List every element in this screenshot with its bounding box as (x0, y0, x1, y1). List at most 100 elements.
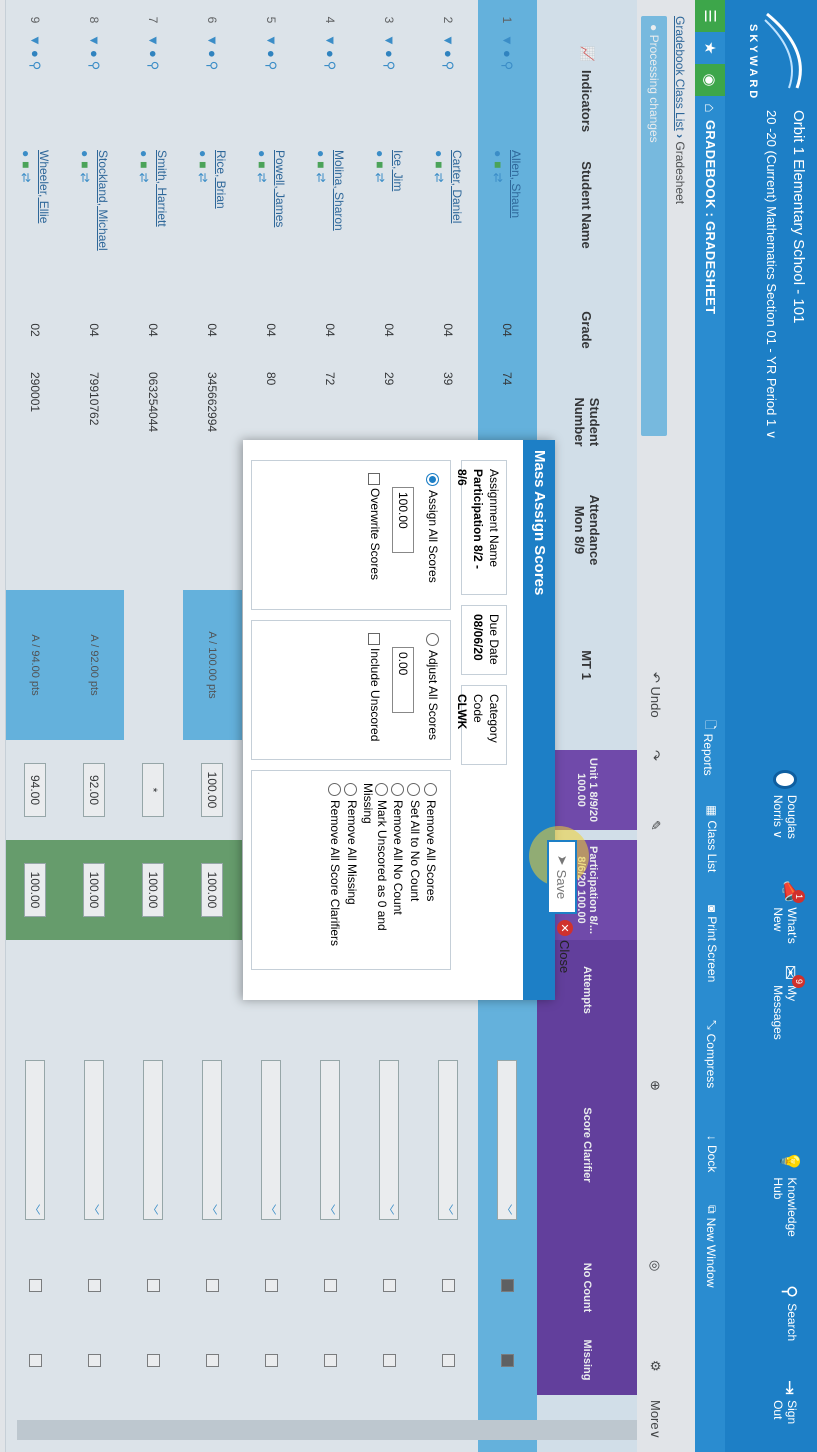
radio-selected-icon (425, 473, 439, 486)
menu-icon[interactable]: ☰ (695, 0, 725, 32)
envelope-icon: ✉ 9 (780, 965, 805, 989)
module-bar: ☰ ★ ◉ ⌂ GRADEBOOK : GRADESHEET 🗋 Reports … (695, 0, 725, 1452)
assignment-label: Assignment Name (487, 469, 501, 568)
reports-button[interactable]: 🗋 Reports (698, 720, 719, 776)
dock-icon: ↓ (705, 1135, 719, 1141)
star-icon[interactable]: ★ (695, 32, 725, 64)
print-screen-button[interactable]: ◙ Print Screen (705, 905, 719, 982)
class-context-selector[interactable]: 20 -20 (Current) Mathematics Section 01 … (763, 110, 779, 439)
adjust-all-label: Adjust All Scores (426, 650, 440, 741)
adjust-all-radio[interactable]: Adjust All Scores (425, 633, 440, 741)
camera-icon: ◙ (705, 905, 719, 913)
messages-button[interactable]: ✉ 9 My Messages (771, 965, 805, 1045)
due-date-value: 08/06/20 (471, 614, 485, 661)
class-list-button[interactable]: ▦ Class List (705, 805, 719, 872)
radio-icon (391, 783, 405, 796)
lightbulb-icon: 💡 (780, 1150, 800, 1173)
grid-icon: ▦ (705, 805, 719, 817)
remove-all-no-count-radio[interactable]: Remove All No Count (391, 783, 405, 957)
mark-unscored-radio[interactable]: Mark Unscored as 0 and Missing (361, 783, 389, 957)
assign-all-radio[interactable]: Assign All Scores (425, 473, 440, 583)
close-icon: ✕ (557, 920, 573, 936)
option-label: Set All to No Count (407, 800, 422, 902)
option-label: Remove All Score Clarifiers (328, 800, 343, 947)
other-options-group: Remove All Scores Set All to No Count Re… (251, 770, 451, 970)
page-title: GRADEBOOK : GRADESHEET (703, 120, 718, 315)
reports-icon: 🗋 (703, 720, 717, 730)
overwrite-label: Overwrite Scores (367, 488, 382, 581)
knowledge-hub-button[interactable]: 💡 Knowledge Hub (771, 1150, 800, 1250)
remove-score-clarifiers-radio[interactable]: Remove All Score Clarifiers (328, 783, 342, 957)
checkbox-icon (367, 473, 380, 485)
compress-label: Compress (704, 1033, 719, 1089)
option-label: Remove All Scores (424, 800, 438, 902)
category-value: CLWK (455, 694, 469, 730)
new-window-icon: ⧉ (705, 1205, 719, 1214)
include-unscored-checkbox[interactable]: Include Unscored (368, 633, 382, 747)
close-label: Close (557, 940, 573, 974)
new-window-label: New Window (704, 1217, 719, 1288)
radio-icon (328, 783, 342, 796)
dialog-title: Mass Assign Scores (523, 440, 555, 1000)
remove-all-missing-radio[interactable]: Remove All Missing (344, 783, 359, 957)
logo-swoosh-icon (764, 12, 802, 89)
print-screen-label: Print Screen (705, 916, 719, 983)
save-button[interactable]: ➤ Save (547, 840, 577, 914)
assignment-info: Assignment Name Participation 8/2 - 8/6 (455, 460, 507, 595)
adjust-score-input[interactable]: 0.00 (391, 647, 414, 713)
dock-label: Dock (705, 1145, 719, 1173)
sign-out-icon: ⇥ (780, 1380, 800, 1396)
due-date-label: Due Date (487, 614, 501, 665)
messages-label: My Messages (771, 985, 799, 1040)
due-date-info: Due Date 08/06/20 (461, 605, 507, 675)
messages-badge: 9 (792, 975, 805, 989)
compress-button[interactable]: ⤡ Compress (704, 1020, 720, 1089)
set-all-no-count-radio[interactable]: Set All to No Count (407, 783, 422, 957)
assign-score-input[interactable]: 100.00 (391, 487, 414, 553)
compress-icon: ⤡ (705, 1020, 719, 1030)
search-icon: ⚲ (780, 1285, 800, 1299)
mass-assign-dialog: Mass Assign Scores Assignment Name Parti… (243, 440, 555, 1000)
top-header: SKYWARD Orbit 1 Elementary School - 101 … (725, 0, 817, 1452)
whats-new-button[interactable]: 📣 1 What's New (771, 880, 805, 950)
assign-all-label: Assign All Scores (426, 490, 440, 583)
class-list-label: Class List (705, 820, 719, 873)
radio-icon (374, 783, 388, 796)
assignment-value: Participation 8/2 - 8/6 (455, 469, 485, 570)
whats-new-label: What's New (771, 907, 799, 944)
user-menu[interactable]: Douglas Norris ∨ (771, 770, 799, 860)
search-button[interactable]: ⚲ Search (780, 1285, 800, 1355)
radio-icon (407, 783, 421, 796)
overwrite-checkbox[interactable]: Overwrite Scores (368, 473, 382, 597)
user-name: Douglas Norris ∨ (771, 794, 799, 839)
remove-all-scores-radio[interactable]: Remove All Scores (423, 783, 438, 957)
gradesheet-screen: SKYWARD Orbit 1 Elementary School - 101 … (0, 0, 817, 1452)
search-label: Search (785, 1303, 799, 1342)
new-window-button[interactable]: ⧉ New Window (704, 1205, 720, 1288)
close-button[interactable]: ✕ Close (557, 920, 573, 973)
reports-label: Reports (701, 733, 716, 776)
megaphone-icon: 📣 1 (780, 880, 805, 904)
sign-out-button[interactable]: ⇥ Sign Out (771, 1380, 800, 1440)
save-label: Save (554, 869, 570, 900)
option-label: Mark Unscored as 0 and Missing (360, 783, 390, 931)
knowledge-hub-label: Knowledge Hub (771, 1177, 799, 1237)
brand-name: SKYWARD (747, 24, 759, 102)
category-label: Category Code (471, 694, 501, 743)
checkbox-icon (367, 633, 380, 645)
category-info: Category Code CLWK (455, 685, 507, 765)
radio-icon (423, 783, 437, 796)
school-name: Orbit 1 Elementary School - 101 (790, 110, 807, 324)
cursor-icon: ➤ (555, 854, 570, 866)
sign-out-label: Sign Out (771, 1400, 799, 1425)
assign-all-group: Assign All Scores 100.00 Overwrite Score… (251, 460, 451, 610)
option-label: Remove All Missing (344, 800, 359, 905)
adjust-all-group: Adjust All Scores 0.00 Include Unscored (251, 620, 451, 760)
radio-icon (425, 633, 439, 646)
option-label: Remove All No Count (391, 800, 406, 915)
whats-new-badge: 1 (792, 890, 805, 904)
dock-button[interactable]: ↓ Dock (705, 1135, 719, 1172)
skyward-logo[interactable]: SKYWARD (737, 10, 807, 101)
radio-icon (344, 783, 358, 796)
include-unscored-label: Include Unscored (367, 648, 382, 742)
